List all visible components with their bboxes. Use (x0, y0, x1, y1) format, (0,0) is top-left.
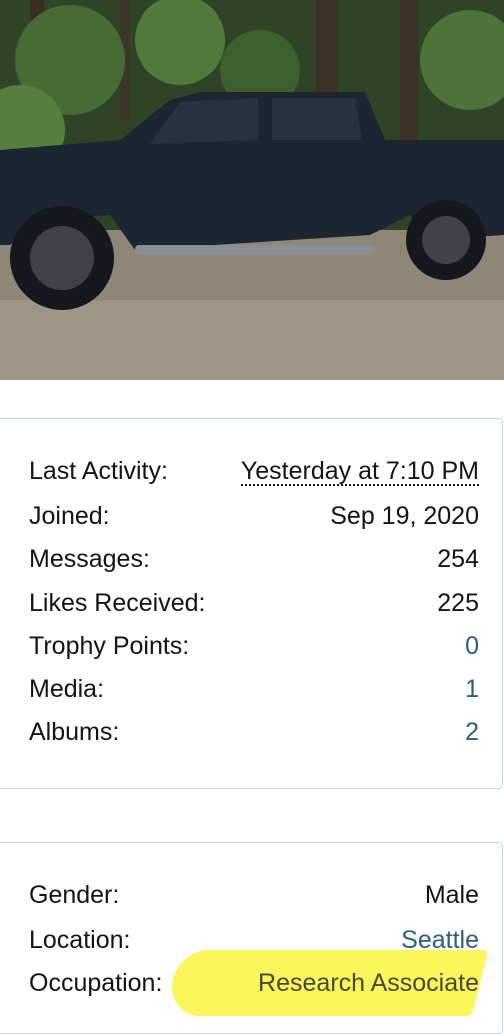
media-link[interactable]: 1 (465, 674, 479, 704)
occupation-value: Research Associate (258, 969, 479, 997)
info-label: Occupation: (29, 969, 163, 997)
stat-albums: Albums: 2 (29, 717, 479, 747)
location-link[interactable]: Seattle (401, 925, 479, 955)
truck-photo-icon (0, 0, 504, 380)
last-activity-value[interactable]: Yesterday at 7:10 PM (240, 458, 479, 486)
likes-received-value: 225 (437, 589, 479, 617)
stat-messages: Messages: 254 (29, 544, 479, 574)
stat-label: Media: (29, 675, 105, 703)
albums-link[interactable]: 2 (465, 717, 479, 747)
messages-value: 254 (437, 545, 479, 573)
gender-value: Male (424, 881, 479, 909)
stat-label: Trophy Points: (29, 632, 190, 660)
profile-photo[interactable] (0, 0, 504, 380)
info-gender: Gender: Male (29, 880, 479, 910)
joined-value: Sep 19, 2020 (330, 502, 479, 530)
stat-label: Albums: (29, 718, 120, 746)
stat-likes-received: Likes Received: 225 (29, 588, 479, 618)
stat-label: Messages: (29, 545, 150, 573)
info-location: Location: Seattle (29, 925, 479, 955)
stat-last-activity: Last Activity: Yesterday at 7:10 PM (29, 456, 479, 486)
stat-joined: Joined: Sep 19, 2020 (29, 501, 479, 531)
info-occupation: Occupation: Research Associate (29, 968, 479, 998)
stat-label: Likes Received: (29, 589, 206, 617)
stat-media: Media: 1 (29, 674, 479, 704)
trophy-points-link[interactable]: 0 (465, 631, 479, 661)
stat-label: Last Activity: (29, 457, 168, 485)
info-label: Gender: (29, 881, 120, 909)
stat-trophy-points: Trophy Points: 0 (29, 631, 479, 661)
info-label: Location: (29, 926, 131, 954)
stat-label: Joined: (29, 502, 110, 530)
